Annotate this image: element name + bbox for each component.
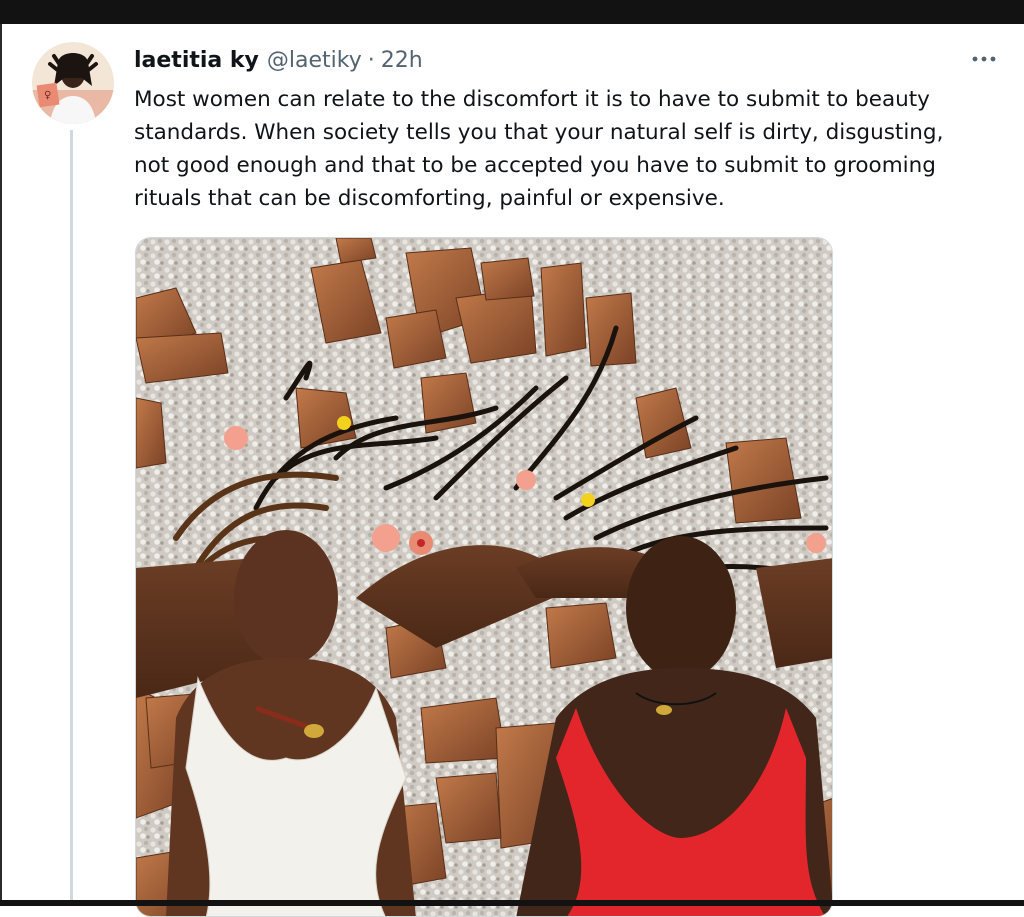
tweet-photo[interactable] — [135, 237, 833, 917]
avatar-image: ♀ — [32, 42, 114, 124]
tweet-text: Most women can relate to the discomfort … — [134, 83, 994, 215]
tweet-text-line: rituals that can be discomforting, painf… — [134, 186, 725, 211]
user-handle[interactable]: @laetiky — [267, 45, 362, 77]
thread-connector-line — [70, 130, 73, 900]
window-top-bar — [0, 0, 1024, 24]
more-horizontal-icon — [972, 56, 996, 62]
tweet-text-line: Most women can relate to the discomfort … — [134, 87, 930, 112]
svg-text:♀: ♀ — [44, 90, 51, 101]
window-bottom-bar — [0, 900, 1024, 906]
header-separator: · — [367, 48, 375, 73]
more-options-button[interactable] — [966, 46, 1002, 72]
timestamp[interactable]: 22h — [381, 45, 423, 77]
tweet-text-line: standards. When society tells you that y… — [134, 120, 944, 145]
display-name[interactable]: laetitia ky — [134, 45, 259, 77]
photo-two-women-lying-on-rocks — [136, 238, 832, 916]
tweet-header: laetitia ky @laetiky · 22h — [134, 45, 423, 77]
tweet-text-line: not good enough and that to be accepted … — [134, 153, 936, 178]
window-left-edge — [0, 24, 2, 900]
avatar[interactable]: ♀ — [32, 42, 114, 124]
